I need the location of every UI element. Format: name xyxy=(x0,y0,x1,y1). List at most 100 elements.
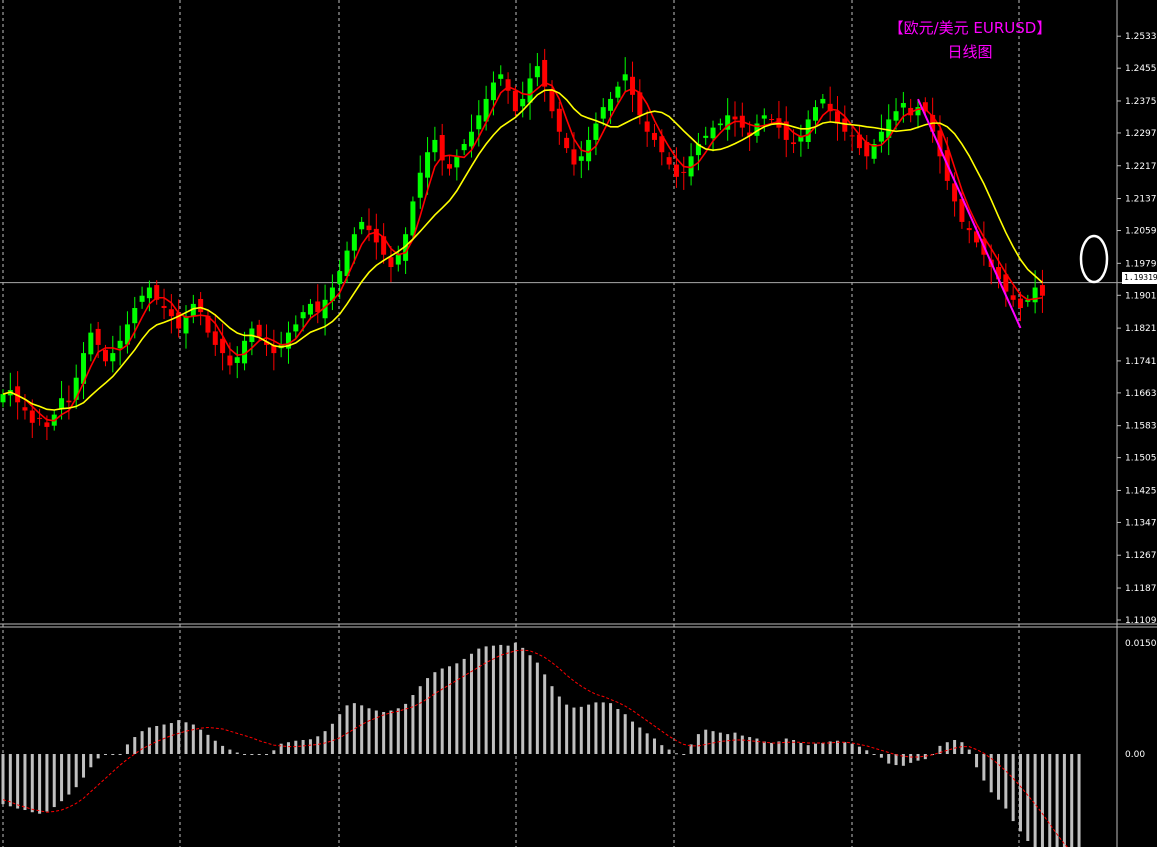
histogram-bar xyxy=(909,754,913,763)
histogram-bar xyxy=(147,727,151,754)
candle-body xyxy=(512,90,518,112)
histogram-bar xyxy=(850,743,854,754)
histogram-bar xyxy=(872,754,876,755)
histogram-bar xyxy=(835,740,839,754)
histogram-bar xyxy=(960,742,964,754)
price-tick-label: 1.19790 xyxy=(1125,259,1157,269)
histogram-bar xyxy=(411,695,415,754)
candle-body xyxy=(1017,298,1023,309)
candle-body xyxy=(395,254,401,265)
histogram-bar xyxy=(652,738,656,754)
histogram-bar xyxy=(565,704,569,754)
histogram-bar xyxy=(440,668,444,754)
candle-body xyxy=(102,349,108,362)
histogram-bar xyxy=(718,732,722,754)
histogram-bar xyxy=(609,703,613,754)
histogram-bar xyxy=(74,754,78,788)
histogram-bar xyxy=(587,704,591,754)
candle-body xyxy=(571,149,577,165)
candle-body xyxy=(476,115,482,130)
price-tick-label: 1.20590 xyxy=(1125,227,1157,237)
candle-body xyxy=(769,119,775,121)
histogram-bar xyxy=(499,644,503,754)
histogram-bar xyxy=(799,742,803,754)
candle-body xyxy=(622,74,628,81)
histogram-bar xyxy=(418,686,422,754)
candle-body xyxy=(198,298,204,313)
histogram-bar xyxy=(601,702,605,754)
price-tick-label: 1.25330 xyxy=(1125,32,1157,42)
histogram-bar xyxy=(133,737,137,754)
candle-body xyxy=(564,137,570,149)
histogram-bar xyxy=(638,727,642,754)
candle-body xyxy=(256,324,262,337)
candle-body xyxy=(900,103,906,108)
price-tick-label: 1.15830 xyxy=(1125,422,1157,432)
price-tick-label: 1.22170 xyxy=(1125,162,1157,172)
price-tick-label: 1.17410 xyxy=(1125,357,1157,367)
candle-body xyxy=(183,316,189,334)
histogram-bar xyxy=(103,754,107,755)
price-tick-label: 1.22970 xyxy=(1125,129,1157,139)
histogram-bar xyxy=(257,754,261,755)
histogram-bar xyxy=(199,729,203,754)
candle-body xyxy=(703,135,709,138)
price-tick-label: 1.11870 xyxy=(1125,584,1157,594)
candle-body xyxy=(161,305,167,309)
histogram-bar xyxy=(535,662,539,754)
histogram-bar xyxy=(243,754,247,755)
candle-body xyxy=(22,407,28,411)
oscillator-panel: 0.01506 0.00 xyxy=(1,639,1157,847)
histogram-bar xyxy=(30,754,34,813)
candle-body xyxy=(834,111,840,124)
candle-body xyxy=(878,131,884,142)
candle-body xyxy=(373,228,379,243)
histogram-bar xyxy=(111,754,115,755)
histogram-bar xyxy=(67,754,71,795)
candle-body xyxy=(630,76,636,95)
histogram-bar xyxy=(96,754,100,759)
candle-body xyxy=(59,398,65,409)
histogram-bar xyxy=(396,708,400,754)
candle-body xyxy=(95,328,101,345)
price-tick-label: 1.23750 xyxy=(1125,97,1157,107)
histogram-bar xyxy=(404,703,408,754)
histogram-bar xyxy=(953,739,957,754)
histogram-bar xyxy=(528,655,532,754)
histogram-bar xyxy=(1011,754,1015,822)
histogram-bar xyxy=(301,739,305,754)
histogram-bar xyxy=(82,754,86,778)
histogram-bar xyxy=(1062,754,1066,847)
price-tick-label: 1.24550 xyxy=(1125,64,1157,74)
price-tick-label: 1.13470 xyxy=(1125,518,1157,528)
price-tick-label: 1.14250 xyxy=(1125,486,1157,496)
histogram-bar xyxy=(250,754,254,755)
histogram-bar xyxy=(894,754,898,766)
histogram-bar xyxy=(272,750,276,754)
histogram-bar xyxy=(38,754,42,814)
chart-title-line2: 日线图 xyxy=(947,43,993,61)
chart-title: 【欧元/美元 EURUSD】 日线图 xyxy=(865,16,1075,64)
histogram-bar xyxy=(814,743,818,754)
histogram-bar xyxy=(865,750,869,754)
candle-body xyxy=(227,355,233,366)
histogram-bar xyxy=(16,754,20,809)
candle-body xyxy=(842,118,848,132)
histogram-bar xyxy=(1004,754,1008,809)
histogram-bar xyxy=(484,646,488,754)
candle-body xyxy=(417,172,423,198)
candle-body xyxy=(1010,295,1016,300)
candle-body xyxy=(29,410,35,423)
chart-canvas: 0.01506 0.00 1.25330 1.24550 1.23750 1.22970… xyxy=(0,0,1157,847)
price-candles xyxy=(0,48,1045,441)
candle-body xyxy=(388,257,394,268)
candle-body xyxy=(556,108,562,132)
candle-body xyxy=(893,111,899,121)
histogram-bar xyxy=(696,734,700,754)
histogram-bar xyxy=(265,754,269,755)
histogram-bar xyxy=(228,749,232,754)
candle-body xyxy=(461,144,467,151)
oscillator-tick-label: 0.01506 xyxy=(1125,639,1157,649)
histogram-bar xyxy=(8,754,12,807)
histogram-bar xyxy=(667,749,671,754)
